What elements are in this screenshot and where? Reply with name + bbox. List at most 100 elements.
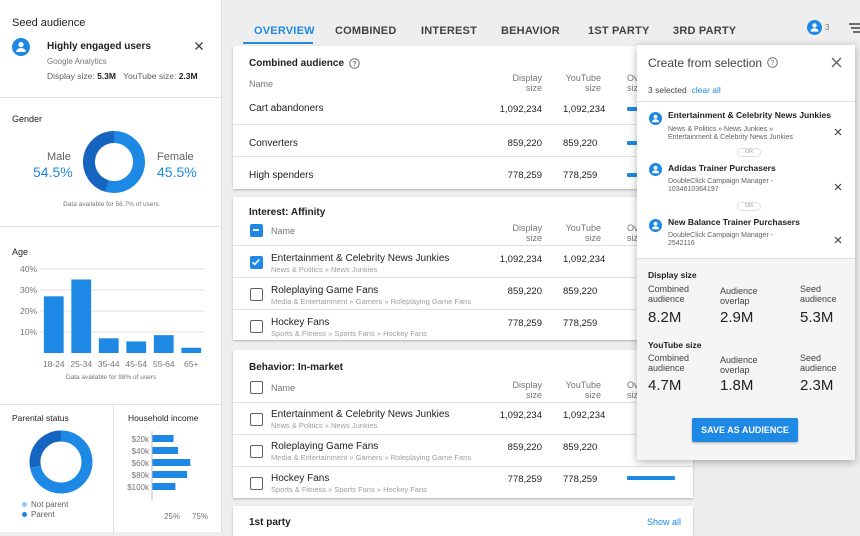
overlap-header-1: Ov [627,223,637,233]
table-row[interactable]: Entertainment & Celebrity News Junkies N… [233,245,693,277]
show-all-link[interactable]: Show all [647,517,681,527]
row-name: Hockey Fans [271,317,330,328]
age-x-tick: 55-64 [153,359,175,369]
row-path: News & Politics » News Junkies [271,265,378,274]
create-from-selection-popup: Create from selection? 3 selected clear … [637,45,855,460]
remove-item-icon[interactable] [834,236,842,244]
age-bar [71,279,92,353]
display-size-value: 5.3M [97,71,116,81]
age-bar [153,335,174,353]
help-icon[interactable]: ? [767,57,778,68]
item-path-line-1: DoubleClick Campaign Manager - [668,232,774,239]
or-divider: OR [737,148,761,157]
item-path-line-1: DoubleClick Campaign Manager - [668,178,774,185]
row-display-size: 859,220 [507,286,542,297]
seed-audience-header: Seed audience [12,17,86,29]
income-bar [152,459,191,466]
filter-icon[interactable] [849,23,860,33]
row-checkbox[interactable] [250,288,263,301]
selection-user-icon[interactable] [807,20,822,35]
selected-item-path: DoubleClick Campaign Manager -2542116 [668,232,773,248]
income-x-tick: 75% [192,512,208,521]
behavior-card-title: Behavior: In-market [249,362,343,373]
row-name: Hockey Fans [271,473,330,484]
display-header-1: Display [512,223,542,233]
row-checkbox[interactable] [250,445,263,458]
table-row[interactable]: Hockey Fans Sports & Fitness » Sports Fa… [233,309,693,340]
row-checkbox[interactable] [250,413,263,426]
select-all-checkbox[interactable] [250,381,263,394]
size-summary: Display size Combined audience Audience ov… [637,258,855,460]
age-x-tick: 35-44 [98,359,120,369]
overlap-header-1: Ov [627,380,637,390]
overlap-bar [627,173,637,177]
row-checkbox[interactable] [250,256,263,269]
youtube-header-1: YouTube [565,73,601,83]
audience-overlap-label: Audience overlap [720,355,758,375]
display-header-2: size [525,83,542,93]
tab-1st-party[interactable]: 1ST PARTY [588,14,650,44]
help-icon[interactable]: ? [349,58,360,69]
gender-donut-chart [83,131,145,193]
tab-interest[interactable]: INTEREST [421,14,477,44]
item-path-line-2: 2542116 [668,240,695,247]
youtube-overlap-value: 1.8M [720,377,754,394]
row-youtube-size: 778,259 [563,170,598,181]
overlap-label-2: overlap [720,365,750,375]
display-header-2: size [525,390,542,400]
table-row[interactable]: Roleplaying Game Fans Media & Entertainm… [233,277,693,309]
item-path-line-1: News & Politics » News Junkies » [668,126,774,133]
select-all-checkbox[interactable] [250,224,263,237]
column-youtube-header: YouTube size [541,380,601,400]
overlap-header-2: siz [627,233,637,243]
female-percent: 45.5% [157,164,197,180]
tab-behavior[interactable]: BEHAVIOR [501,14,560,44]
row-display-size: 1,092,234 [499,254,542,265]
display-overlap-value: 2.9M [720,309,754,326]
column-overlap-header: Ov siz [627,380,637,400]
row-display-size: 778,259 [507,474,542,485]
row-display-size: 778,259 [507,318,542,329]
table-row[interactable]: Hockey Fans Sports & Fitness » Sports Fa… [233,466,693,498]
clear-all-link[interactable]: clear all [691,85,720,95]
row-checkbox[interactable] [250,477,263,490]
parental-donut-chart [29,430,93,494]
table-row[interactable]: Entertainment & Celebrity News Junkies N… [233,402,693,434]
income-bar [152,483,176,490]
close-icon[interactable] [193,40,205,52]
display-header-2: size [525,233,542,243]
display-size-title: Display size [648,270,697,280]
female-slice [83,131,115,192]
overlap-bar [627,141,637,145]
seed-label-2: audience [800,294,837,304]
tab-combined[interactable]: COMBINED [335,14,397,44]
youtube-header-2: size [584,390,601,400]
table-row[interactable]: Converters 859,220 859,220 [233,124,693,156]
row-youtube-size: 778,259 [563,474,598,485]
age-bar [126,341,147,353]
remove-item-icon[interactable] [834,183,842,191]
income-y-tick: $60k [132,459,150,468]
table-row[interactable]: Roleplaying Game Fans Media & Entertainm… [233,434,693,466]
income-y-tick: $40k [132,447,150,456]
column-youtube-header: YouTube size [541,223,601,243]
save-as-audience-button[interactable]: SAVE AS AUDIENCE [692,418,798,442]
column-overlap-header: Ov siz [627,223,637,243]
age-bar [43,296,64,353]
female-label: Female [157,151,194,163]
display-seed-value: 5.3M [800,309,834,326]
table-row[interactable]: High spenders 778,259 778,259 [233,156,693,189]
tab-bar: OVERVIEW COMBINED INTEREST BEHAVIOR 1ST … [233,14,860,44]
youtube-size-value: 2.3M [178,71,198,81]
overlap-label-1: Audience [720,286,758,296]
table-row[interactable]: Cart abandoners 1,092,234 1,092,234 [233,93,693,124]
seed-audience-label: Seed audience [800,353,837,373]
tab-3rd-party[interactable]: 3RD PARTY [673,14,736,44]
close-icon[interactable] [830,56,843,69]
tab-overview[interactable]: OVERVIEW [243,14,314,44]
display-size-label: Display size: [47,71,98,81]
row-checkbox[interactable] [250,320,263,333]
remove-item-icon[interactable] [834,128,842,136]
row-name: Entertainment & Celebrity News Junkies [271,253,450,264]
column-youtube-header: YouTube size [541,73,601,93]
